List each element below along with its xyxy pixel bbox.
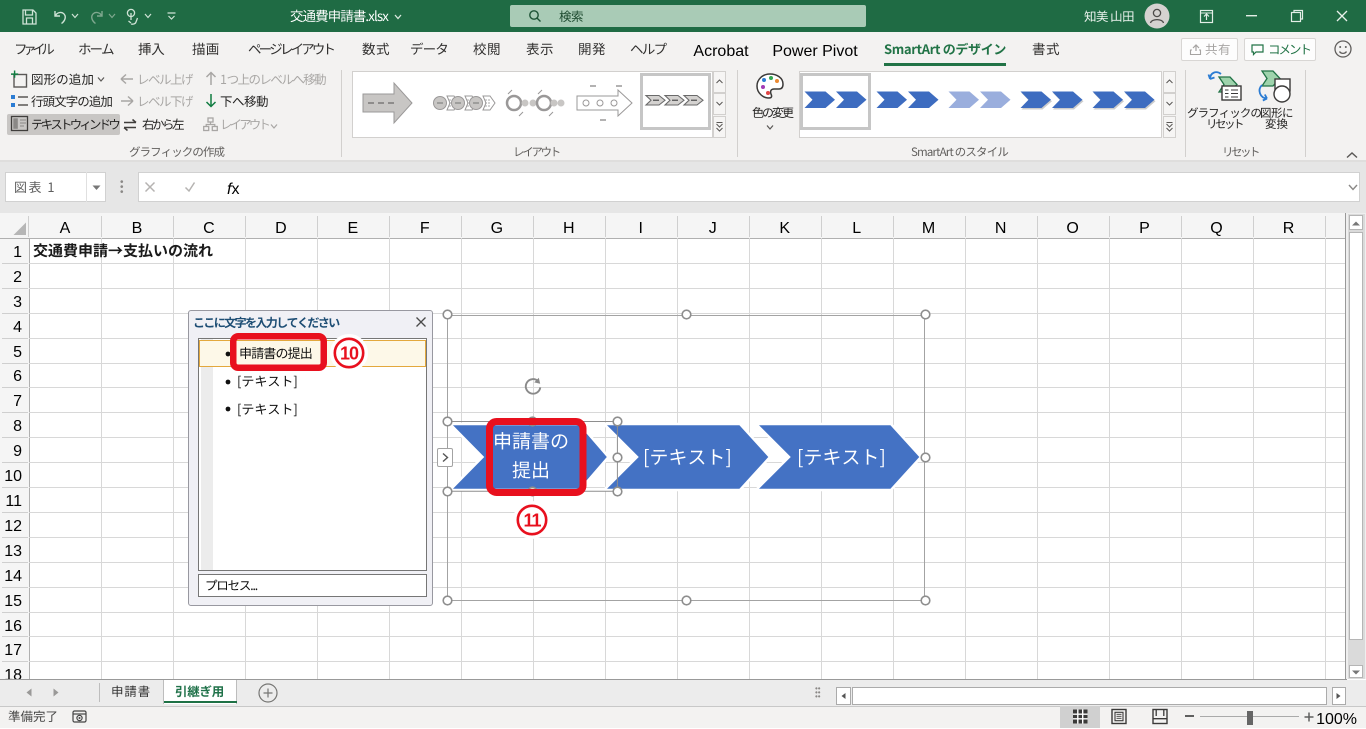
svg-text:11: 11 (523, 510, 541, 530)
svg-text:10: 10 (340, 343, 359, 363)
